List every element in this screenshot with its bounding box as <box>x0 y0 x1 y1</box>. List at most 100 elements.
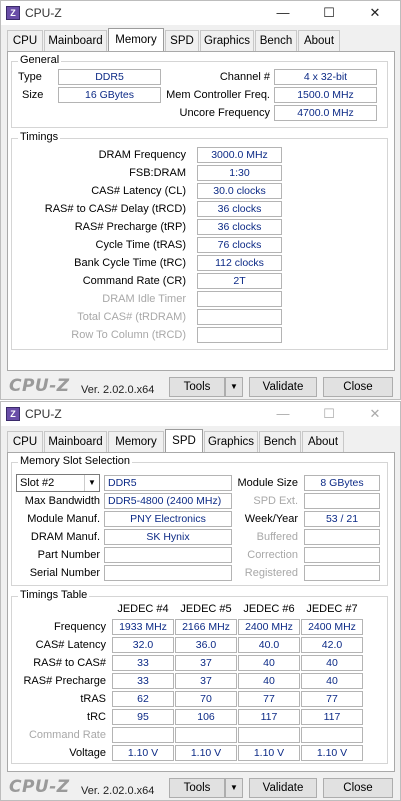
version-label: Ver. 2.02.0.x64 <box>81 785 155 797</box>
ras-to-cas-value: 36 clocks <box>197 201 282 217</box>
cpuz-app-icon: Z <box>6 6 20 20</box>
maximize-icon[interactable]: ☐ <box>306 402 352 426</box>
slot-select[interactable]: Slot #2 ▼ <box>16 474 100 492</box>
table-cell: 40 <box>238 673 300 689</box>
close-button[interactable]: Close <box>323 377 393 397</box>
bank-cycle-time-value: 112 clocks <box>197 255 282 271</box>
tab-bench[interactable]: Bench <box>259 431 301 452</box>
frequency-label: Frequency <box>54 621 106 633</box>
cpuz-logo: CPU-Z <box>9 376 70 396</box>
memory-slot-group: Memory Slot Selection Slot #2 ▼ DDR5 Mod… <box>11 455 388 586</box>
validate-button[interactable]: Validate <box>249 778 317 798</box>
module-size-label: Module Size <box>237 477 298 489</box>
tab-cpu[interactable]: CPU <box>7 431 43 452</box>
table-cell: 62 <box>112 691 174 707</box>
memory-panel: General Type DDR5 Size 16 GBytes Channel… <box>7 51 395 371</box>
type-label: Type <box>18 71 42 83</box>
table-cell: 40 <box>238 655 300 671</box>
table-cell: 40.0 <box>238 637 300 653</box>
minimize-icon[interactable]: — <box>260 1 306 25</box>
tools-button[interactable]: Tools <box>169 377 225 397</box>
table-cell: 70 <box>175 691 237 707</box>
tools-button[interactable]: Tools <box>169 778 225 798</box>
ras-to-cas-label: RAS# to CAS# Delay (tRCD) <box>44 203 186 215</box>
table-cell: 42.0 <box>301 637 363 653</box>
table-cell: 33 <box>112 673 174 689</box>
tab-graphics[interactable]: Graphics <box>204 431 258 452</box>
fsb-dram-value: 1:30 <box>197 165 282 181</box>
uncore-frequency-label: Uncore Frequency <box>179 107 271 119</box>
validate-button[interactable]: Validate <box>249 377 317 397</box>
ras-precharge-label: RAS# Precharge (tRP) <box>74 221 186 233</box>
table-cell: 1933 MHz <box>112 619 174 635</box>
cycle-time-value: 76 clocks <box>197 237 282 253</box>
row-to-column-value <box>197 327 282 343</box>
command-rate-value: 2T <box>197 273 282 289</box>
part-number-value <box>104 547 232 563</box>
tab-spd[interactable]: SPD <box>165 429 203 452</box>
tab-about[interactable]: About <box>302 431 344 452</box>
tab-memory[interactable]: Memory <box>108 28 164 51</box>
tools-dropdown-icon[interactable]: ▼ <box>225 377 243 397</box>
tab-bench[interactable]: Bench <box>255 30 297 51</box>
table-cell: 32.0 <box>112 637 174 653</box>
dram-idle-timer-label: DRAM Idle Timer <box>102 293 186 305</box>
table-cell: 1.10 V <box>238 745 300 761</box>
table-cell: 117 <box>238 709 300 725</box>
maximize-icon[interactable]: ☐ <box>306 1 352 25</box>
fsb-dram-label: FSB:DRAM <box>129 167 186 179</box>
tab-memory[interactable]: Memory <box>108 431 164 452</box>
tools-dropdown-icon[interactable]: ▼ <box>225 778 243 798</box>
tab-mainboard[interactable]: Mainboard <box>44 30 107 51</box>
timings-table-title: Timings Table <box>18 589 90 601</box>
table-cell: 33 <box>112 655 174 671</box>
table-cell <box>112 727 174 743</box>
memory-type-value: DDR5 <box>104 475 232 491</box>
registered-value <box>304 565 380 581</box>
cpuz-window-memory: Z CPU-Z — ☐ ✕ CPU Mainboard Memory SPD G… <box>0 0 401 400</box>
memory-slot-group-title: Memory Slot Selection <box>18 455 133 467</box>
close-icon[interactable]: ✕ <box>352 402 398 426</box>
tab-graphics[interactable]: Graphics <box>200 30 254 51</box>
cas-latency-label: CAS# Latency <box>35 639 106 651</box>
size-label: Size <box>22 89 44 101</box>
table-cell <box>175 727 237 743</box>
close-button[interactable]: Close <box>323 778 393 798</box>
serial-number-label: Serial Number <box>29 567 100 579</box>
dram-frequency-label: DRAM Frequency <box>98 149 186 161</box>
dram-manuf-value: SK Hynix <box>104 529 232 545</box>
table-cell: 2400 MHz <box>238 619 300 635</box>
table-cell: 77 <box>238 691 300 707</box>
serial-number-value <box>104 565 232 581</box>
close-icon[interactable]: ✕ <box>352 1 398 25</box>
minimize-icon[interactable]: — <box>260 402 306 426</box>
table-cell: 1.10 V <box>301 745 363 761</box>
bank-cycle-time-label: Bank Cycle Time (tRC) <box>74 257 186 269</box>
spd-ext-label: SPD Ext. <box>253 495 298 507</box>
total-cas-label: Total CAS# (tRDRAM) <box>77 311 186 323</box>
table-cell: 37 <box>175 673 237 689</box>
table-cell: 2400 MHz <box>301 619 363 635</box>
mem-controller-freq-label: Mem Controller Freq. <box>166 89 270 101</box>
channel-label: Channel # <box>219 71 270 83</box>
tab-cpu[interactable]: CPU <box>7 30 43 51</box>
general-group: General Type DDR5 Size 16 GBytes Channel… <box>11 54 388 128</box>
window-title: CPU-Z <box>25 6 62 20</box>
tab-about[interactable]: About <box>298 30 340 51</box>
module-size-value: 8 GBytes <box>304 475 380 491</box>
ras-to-cas-label: RAS# to CAS# <box>33 657 106 669</box>
title-bar[interactable]: Z CPU-Z — ☐ ✕ <box>1 1 400 25</box>
table-cell: 77 <box>301 691 363 707</box>
table-cell <box>301 727 363 743</box>
module-manuf-label: Module Manuf. <box>27 513 100 525</box>
chevron-down-icon[interactable]: ▼ <box>84 475 99 491</box>
max-bandwidth-value: DDR5-4800 (2400 MHz) <box>104 493 232 509</box>
title-bar[interactable]: Z CPU-Z — ☐ ✕ <box>1 402 400 426</box>
part-number-label: Part Number <box>37 549 100 561</box>
spd-panel: Memory Slot Selection Slot #2 ▼ DDR5 Mod… <box>7 452 395 772</box>
buffered-label: Buffered <box>256 531 298 543</box>
column-header: JEDEC #4 <box>117 603 169 615</box>
tab-spd[interactable]: SPD <box>165 30 199 51</box>
slot-select-value: Slot #2 <box>20 477 55 489</box>
tab-mainboard[interactable]: Mainboard <box>44 431 107 452</box>
